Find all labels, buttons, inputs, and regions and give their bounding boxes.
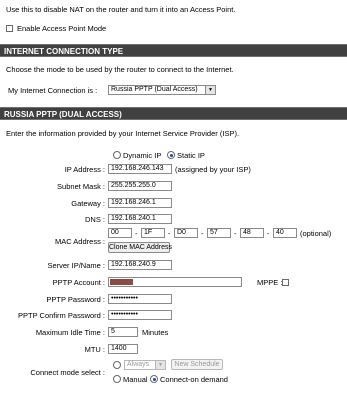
enable-ap-label: Enable Access Point Mode	[17, 24, 107, 33]
connection-type-description: Choose the mode to be used by the router…	[6, 65, 234, 74]
mtu-label: MTU :	[84, 345, 105, 354]
max-idle-time-label: Maximum Idle Time :	[35, 328, 105, 337]
max-idle-time-input[interactable]: 5	[108, 327, 138, 337]
chevron-down-icon: ▼	[155, 361, 165, 369]
connection-type-value: Russia PPTP (Dual Access)	[111, 86, 198, 93]
pptp-description: Enter the information provided by your I…	[6, 129, 240, 138]
mac-separator: -	[201, 229, 204, 238]
clone-mac-button[interactable]: Clone MAC Address	[108, 242, 172, 253]
mac-address-label: MAC Address :	[54, 237, 105, 246]
ap-description: Use this to disable NAT on the router an…	[6, 5, 236, 14]
pptp-account-input[interactable]	[108, 277, 242, 287]
mtu-input[interactable]: 1400	[108, 344, 138, 354]
idle-unit-label: Minutes	[142, 328, 169, 337]
mac-separator: -	[135, 229, 138, 238]
dynamic-ip-radio[interactable]	[113, 151, 121, 159]
enable-ap-checkbox[interactable]	[6, 25, 13, 32]
mppe-checkbox[interactable]	[282, 279, 289, 286]
static-ip-radio[interactable]	[167, 151, 175, 159]
mac-octet-4[interactable]: 57	[207, 228, 231, 238]
manual-label: Manual	[123, 375, 148, 384]
chevron-down-icon: ▼	[205, 86, 215, 94]
pptp-password-input[interactable]: •••••••••••	[108, 294, 172, 304]
connection-type-select[interactable]: Russia PPTP (Dual Access) ▼	[108, 85, 216, 95]
pptp-password-label: PPTP Password :	[46, 295, 105, 304]
redacted-value	[110, 279, 133, 285]
dns-label: DNS :	[84, 215, 105, 224]
mac-separator: -	[168, 229, 171, 238]
mac-optional-note: (optional)	[300, 229, 332, 238]
mac-octet-6[interactable]: 40	[273, 228, 297, 238]
mac-separator: -	[267, 229, 270, 238]
pptp-account-label: PPTP Account :	[52, 278, 105, 287]
pptp-header: RUSSIA PPTP (DUAL ACCESS)	[0, 107, 347, 120]
dns-input[interactable]: 192.168.240.1	[108, 214, 172, 224]
schedule-select[interactable]: Always ▼	[124, 360, 166, 370]
ip-address-note: (assigned by your ISP)	[175, 165, 251, 174]
new-schedule-button[interactable]: New Schedule	[171, 359, 223, 370]
static-ip-label: Static IP	[177, 151, 205, 160]
subnet-mask-label: Subnet Mask :	[57, 182, 105, 191]
connect-on-demand-label: Connect-on demand	[160, 375, 228, 384]
connect-on-demand-radio[interactable]	[150, 375, 158, 383]
ip-address-label: IP Address :	[64, 165, 105, 174]
server-input[interactable]: 192.168.240.9	[108, 260, 172, 270]
server-label: Server IP/Name :	[47, 261, 105, 270]
schedule-value: Always	[127, 361, 150, 368]
connection-type-header: INTERNET CONNECTION TYPE	[0, 44, 347, 57]
connect-mode-label: Connect mode select :	[30, 368, 105, 377]
ip-address-input[interactable]: 192.168.246.143	[108, 164, 172, 174]
pptp-confirm-password-input[interactable]: •••••••••••	[108, 310, 172, 320]
mac-octet-3[interactable]: D0	[174, 228, 198, 238]
mac-octet-5[interactable]: 48	[240, 228, 264, 238]
mac-octet-1[interactable]: 00	[108, 228, 132, 238]
gateway-input[interactable]: 192.168.246.1	[108, 198, 172, 208]
manual-radio[interactable]	[113, 375, 121, 383]
gateway-label: Gateway :	[71, 199, 105, 208]
dynamic-ip-label: Dynamic IP	[123, 151, 162, 160]
schedule-radio[interactable]	[113, 361, 121, 369]
connection-type-label: My Internet Connection is :	[8, 86, 98, 95]
mppe-label: MPPE :	[257, 278, 283, 287]
subnet-mask-input[interactable]: 255.255.255.0	[108, 181, 172, 191]
pptp-confirm-password-label: PPTP Confirm Password :	[18, 311, 105, 320]
mac-octet-2[interactable]: 1F	[141, 228, 165, 238]
mac-separator: -	[234, 229, 237, 238]
